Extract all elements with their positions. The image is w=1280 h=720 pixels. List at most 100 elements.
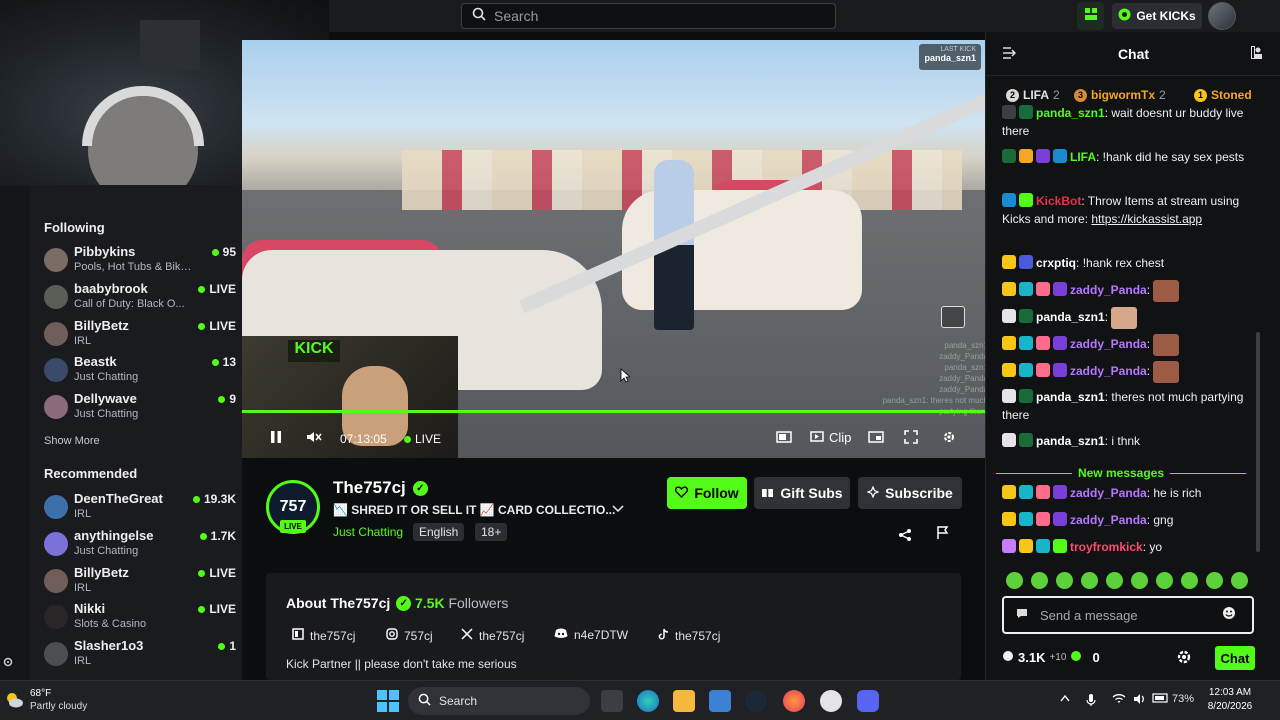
emote-icon[interactable] (1156, 572, 1173, 589)
emote-icon[interactable] (1006, 572, 1023, 589)
system-clock[interactable]: 12:03 AM 8/20/2026 (1204, 686, 1256, 714)
sidebar-channel-nikki[interactable]: Nikki Slots & Casino LIVE (44, 601, 236, 637)
emoji-icon[interactable] (1222, 606, 1236, 625)
sidebar-channel-slasher1o3[interactable]: Slasher1o3 IRL 1 (44, 638, 236, 674)
firefox-icon[interactable] (783, 690, 805, 712)
collapse-chat-icon[interactable] (1002, 46, 1017, 62)
chat-username[interactable]: panda_szn1 (1036, 390, 1105, 404)
get-kicks-button[interactable]: Get KICKs (1112, 3, 1202, 29)
pause-icon[interactable] (270, 430, 282, 447)
search-box[interactable] (461, 3, 836, 29)
leaderboard-entry[interactable]: 1 Stoned (1194, 88, 1252, 102)
social-link-discord[interactable]: n4e7DTW (554, 628, 628, 642)
chat-username[interactable]: panda_szn1 (1036, 434, 1105, 448)
user-avatar[interactable] (1208, 2, 1236, 30)
emote-icon[interactable] (1231, 572, 1248, 589)
share-icon[interactable] (898, 528, 912, 545)
chat-username[interactable]: LIFA (1070, 150, 1096, 164)
theater-mode-icon[interactable] (776, 430, 792, 447)
users-icon[interactable] (1251, 46, 1265, 62)
report-icon[interactable] (936, 526, 950, 543)
pip-icon[interactable] (868, 430, 884, 447)
search-input[interactable] (494, 8, 814, 24)
sidebar-channel-billybetz-rec[interactable]: BillyBetz IRL LIVE (44, 565, 236, 601)
start-button[interactable] (377, 690, 399, 712)
edge-icon[interactable] (637, 690, 659, 712)
sidebar-channel-pibbykins[interactable]: Pibbykins Pools, Hot Tubs & Bikinis 95 (44, 244, 236, 280)
chat-message: panda_szn1: theres not much partying the… (1002, 389, 1244, 422)
sidebar-channel-baabybrook[interactable]: baabybrook Call of Duty: Black O... LIVE (44, 281, 236, 317)
sidebar-channel-beastk[interactable]: Beastk Just Chatting 13 (44, 354, 236, 390)
chat-input[interactable] (1040, 607, 1210, 623)
chat-username[interactable]: KickBot (1036, 194, 1081, 208)
chevron-up-icon[interactable] (1060, 693, 1070, 705)
social-handle: 757cj (404, 628, 433, 643)
chat-username[interactable]: zaddy_Panda (1070, 486, 1147, 500)
volume-icon[interactable] (1133, 693, 1147, 708)
emote-icon[interactable] (1181, 572, 1198, 589)
file-explorer-icon[interactable] (673, 690, 695, 712)
show-more-link[interactable]: Show More (44, 435, 100, 447)
follow-button[interactable]: Follow (667, 477, 747, 509)
social-link-x[interactable]: the757cj (461, 628, 524, 643)
discord-icon[interactable] (857, 690, 879, 712)
kicks-balance[interactable]: 3.1K +10 0 (1002, 650, 1100, 665)
settings-icon[interactable] (942, 430, 956, 447)
obs-icon[interactable] (820, 690, 842, 712)
chat-link[interactable]: https://kickassist.app (1091, 212, 1202, 226)
chat-username[interactable]: panda_szn1 (1036, 310, 1105, 324)
chat-username[interactable]: troyfromkick (1070, 540, 1143, 554)
chevron-down-icon[interactable] (612, 502, 624, 516)
steam-icon[interactable] (745, 690, 767, 712)
tag-mature[interactable]: 18+ (475, 523, 508, 541)
chat-input-box[interactable] (1002, 596, 1254, 634)
store-icon[interactable] (709, 690, 731, 712)
social-link-instagram[interactable]: 757cj (386, 628, 433, 643)
sidebar-channel-deenthegreat[interactable]: DeenTheGreat IRL 19.3K (44, 491, 236, 527)
send-chat-button[interactable]: Chat (1215, 646, 1255, 670)
emote-icon[interactable] (1081, 572, 1098, 589)
battery-icon[interactable] (1152, 693, 1170, 706)
taskbar-search[interactable]: Search (408, 687, 590, 715)
emote-icon[interactable] (1056, 572, 1073, 589)
leaderboard-entry[interactable]: 3 bigwormTx 2 (1074, 88, 1166, 102)
chat-username[interactable]: zaddy_Panda (1070, 283, 1147, 297)
chat-settings-icon[interactable] (1176, 649, 1192, 665)
task-view-icon[interactable] (601, 690, 623, 712)
emote-icon[interactable] (1031, 572, 1048, 589)
video-player[interactable]: LAST KICK panda_szn1 KICK panda_szn1 zad… (242, 40, 985, 458)
weather-widget[interactable]: 68°F Partly cloudy (4, 687, 104, 715)
sidebar-channel-billybetz[interactable]: BillyBetz IRL LIVE (44, 318, 236, 354)
social-link-kick[interactable]: the757cj (292, 628, 355, 643)
leaderboard-entry[interactable]: 2 LIFA 2 (1006, 88, 1060, 102)
channel-category: IRL (74, 508, 92, 520)
browse-button[interactable] (1077, 2, 1104, 30)
sidebar-channel-dellywave[interactable]: Dellywave Just Chatting 9 (44, 391, 236, 427)
clip-button[interactable]: Clip (810, 430, 851, 445)
sidebar-channel-anythingelse[interactable]: anythingelse Just Chatting 1.7K (44, 528, 236, 564)
volume-muted-icon[interactable] (306, 430, 322, 447)
social-link-tiktok[interactable]: the757cj (658, 628, 720, 643)
gift-subs-button[interactable]: Gift Subs (754, 477, 850, 509)
progress-bar[interactable] (242, 410, 985, 413)
category-link[interactable]: Just Chatting (333, 525, 403, 539)
sidebar-settings-icon[interactable] (2, 655, 14, 667)
tag-language[interactable]: English (413, 523, 465, 541)
wifi-icon[interactable] (1112, 693, 1126, 708)
chat-username[interactable]: crxptiq (1036, 256, 1076, 270)
chat-username[interactable]: zaddy_Panda (1070, 513, 1147, 527)
new-messages-divider[interactable]: New messages (996, 466, 1246, 480)
emote-icon[interactable] (1206, 572, 1223, 589)
emote-icon[interactable] (1131, 572, 1148, 589)
chat-username[interactable]: zaddy_Panda (1070, 337, 1147, 351)
emote-icon[interactable] (1106, 572, 1123, 589)
viewer-count: 9 (218, 392, 236, 406)
channel-name[interactable]: The757cj (333, 478, 406, 498)
microphone-icon[interactable] (1086, 693, 1096, 710)
subscribe-button[interactable]: Subscribe (858, 477, 962, 509)
chat-username[interactable]: panda_szn1 (1036, 106, 1105, 120)
chat-scrollbar[interactable] (1256, 332, 1260, 552)
fullscreen-icon[interactable] (904, 430, 918, 447)
chat-username[interactable]: zaddy_Panda (1070, 364, 1147, 378)
pip-toggle-icon[interactable] (941, 306, 965, 328)
